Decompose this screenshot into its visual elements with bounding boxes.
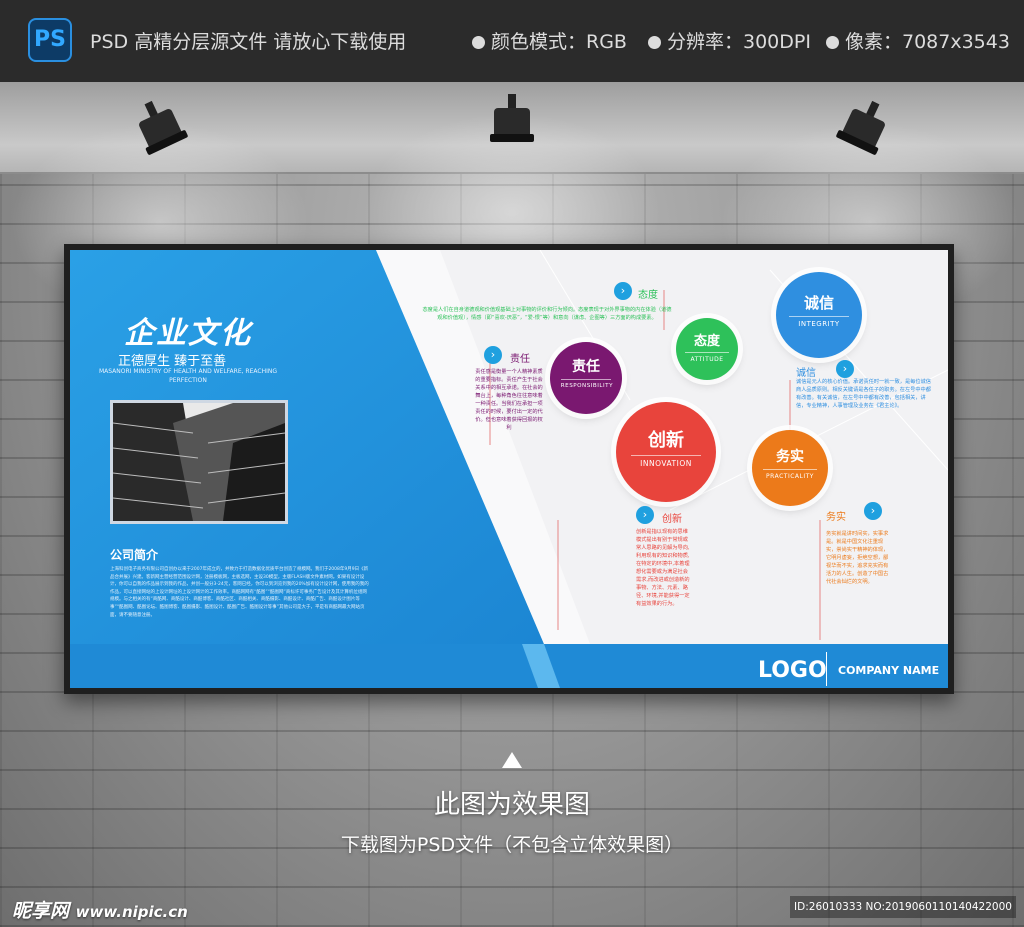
company-name: COMPANY NAME bbox=[838, 664, 940, 677]
bullet-icon bbox=[826, 36, 839, 49]
value-node-practicality: 务实 PRACTICALITY bbox=[752, 430, 828, 506]
arrow-right-icon: › bbox=[614, 282, 632, 300]
photoshop-icon: PS bbox=[28, 18, 72, 62]
para-innovation: 创新是指以现有的思维模式提出有别于常规或常人思路的见解为导向,利用现有的知识和物… bbox=[636, 529, 690, 607]
bullet-icon bbox=[472, 36, 485, 49]
bullet-icon bbox=[648, 36, 661, 49]
spotlight-icon bbox=[490, 94, 534, 150]
display-frame: 企业文化 正德厚生 臻于至善 MASANORI MINISTRY OF HEAL… bbox=[64, 244, 954, 694]
arrow-right-icon: › bbox=[636, 506, 654, 524]
arrow-right-icon: › bbox=[836, 360, 854, 378]
watermark-url: www.nipic.cn bbox=[75, 903, 188, 921]
para-attitude: 态度是人们在自身道德观和价值观基础上对事物的评价和行为倾向。态度表现于对外界事物… bbox=[422, 307, 672, 321]
watermark-brand: 昵享网 www.nipic.cn bbox=[12, 900, 188, 922]
value-node-attitude: 态度 ATTITUDE bbox=[676, 318, 738, 380]
caption-sub: 下载图为PSD文件（不包含立体效果图） bbox=[340, 834, 684, 856]
para-integrity: 诚信是元人的核心价值。承诺责任时一就一致，是每位诚信商人品质原则。相反关键请是各… bbox=[796, 379, 931, 409]
logo: LOGO bbox=[758, 658, 827, 683]
tag-attitude: 态度 bbox=[638, 290, 658, 301]
top-title: PSD 高精分层源文件 请放心下载使用 bbox=[90, 31, 407, 53]
culture-board: 企业文化 正德厚生 臻于至善 MASANORI MINISTRY OF HEAL… bbox=[70, 250, 948, 688]
arrow-right-icon: › bbox=[864, 502, 882, 520]
value-node-responsibility: 责任 RESPONSIBILITY bbox=[550, 342, 622, 414]
para-responsibility: 责任感是衡量一个人精神素质的重要指标。责任产生于社会关系中的相互承诺。在社会的舞… bbox=[475, 369, 543, 431]
caption-main: 此图为效果图 bbox=[433, 790, 590, 820]
value-node-innovation: 创新 INNOVATION bbox=[616, 402, 716, 502]
spec-pixels: 像素：7087x3543 bbox=[826, 27, 1010, 54]
logo-divider bbox=[826, 652, 827, 686]
tag-integrity: 诚信 bbox=[796, 368, 816, 379]
arrow-right-icon: › bbox=[484, 346, 502, 364]
top-bar: PS PSD 高精分层源文件 请放心下载使用 颜色模式：RGB 分辨率：300D… bbox=[0, 0, 1024, 82]
spec-color-mode: 颜色模式：RGB bbox=[472, 27, 627, 54]
spec-resolution: 分辨率：300DPI bbox=[648, 27, 811, 54]
tag-responsibility: 责任 bbox=[510, 354, 530, 365]
image-id-bar: ID:26010333 NO:20190601101404220​00 bbox=[790, 896, 1016, 918]
tag-innovation: 创新 bbox=[662, 514, 682, 525]
value-node-integrity: 诚信 INTEGRITY bbox=[776, 272, 862, 358]
para-practicality: 务实就是讲时间实，实事求是。就是中国文化注重现实，崇尚实干精神的体现，它明月虚妄… bbox=[826, 531, 889, 585]
triangle-up-icon bbox=[502, 752, 522, 768]
tag-practicality: 务实 bbox=[826, 512, 846, 523]
